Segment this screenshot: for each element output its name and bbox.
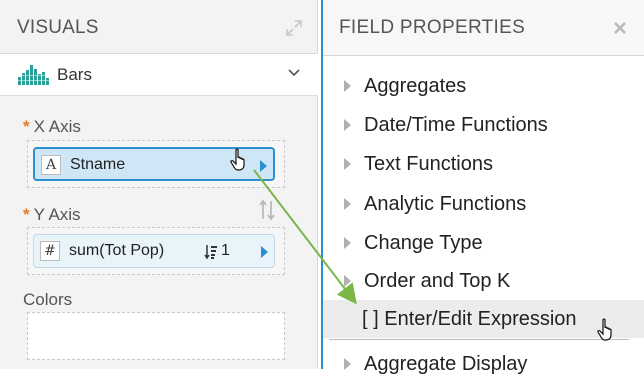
prop-item-analytic-functions[interactable]: Analytic Functions (323, 185, 644, 223)
x-axis-field-name: Stname (70, 156, 126, 173)
colors-label: Colors (23, 290, 73, 309)
y-axis-label: * Y Axis (23, 205, 81, 225)
sort-descending-icon (204, 245, 217, 260)
x-axis-shelf[interactable]: A Stname (27, 140, 285, 188)
prop-item-change-type[interactable]: Change Type (323, 224, 644, 262)
prop-item-label: Aggregate Display (364, 353, 528, 375)
prop-item-label: Text Functions (364, 153, 493, 175)
expand-caret-icon (344, 158, 351, 170)
close-icon[interactable] (611, 19, 629, 37)
y-axis-field-name: sum(Tot Pop) (69, 242, 165, 259)
text-type-icon: A (41, 155, 61, 175)
x-axis-field-pill[interactable]: A Stname (33, 147, 275, 181)
field-properties-title: FIELD PROPERTIES (339, 17, 526, 38)
colors-shelf[interactable] (27, 312, 285, 360)
chart-type-label: Bars (57, 65, 92, 84)
number-type-icon: # (40, 241, 60, 261)
prop-item-label: Order and Top K (364, 270, 511, 292)
y-axis-label-text: Y Axis (33, 205, 81, 224)
pill-expand-arrow-icon[interactable] (261, 246, 268, 258)
x-axis-label-text: X Axis (33, 117, 81, 136)
visuals-header: VISUALS (0, 0, 318, 54)
visuals-panel: VISUALS Bars * X Axis A Stname * Y Axis … (0, 0, 318, 369)
prop-item-label: [ ] Enter/Edit Expression (362, 308, 577, 330)
bar-chart-icon (17, 65, 51, 85)
expand-caret-icon (344, 80, 351, 92)
field-properties-panel: FIELD PROPERTIES Aggregates Date/Time Fu… (321, 0, 644, 375)
required-marker: * (23, 117, 30, 136)
prop-item-label: Aggregates (364, 75, 467, 97)
expand-caret-icon (344, 237, 351, 249)
visuals-title: VISUALS (17, 17, 99, 38)
y-axis-shelf[interactable]: # sum(Tot Pop) 1 (27, 227, 285, 275)
prop-item-label: Change Type (364, 232, 483, 254)
prop-item-aggregates[interactable]: Aggregates (323, 67, 644, 105)
x-axis-label: * X Axis (23, 117, 81, 137)
y-axis-field-pill[interactable]: # sum(Tot Pop) 1 (33, 234, 275, 268)
prop-item-aggregate-display[interactable]: Aggregate Display (323, 345, 644, 383)
chart-type-selector[interactable]: Bars (0, 54, 318, 96)
pill-expand-arrow-icon[interactable] (260, 160, 267, 172)
prop-item-enter-edit-expression[interactable]: [ ] Enter/Edit Expression (323, 300, 644, 338)
prop-item-date-time-functions[interactable]: Date/Time Functions (323, 106, 644, 144)
field-properties-header: FIELD PROPERTIES (323, 0, 644, 56)
expand-caret-icon (344, 275, 351, 287)
expand-caret-icon (344, 198, 351, 210)
divider (329, 339, 629, 340)
expand-caret-icon (344, 119, 351, 131)
chevron-down-icon[interactable] (287, 66, 301, 80)
swap-axes-icon[interactable] (258, 199, 276, 221)
expand-icon[interactable] (284, 18, 304, 38)
prop-item-order-and-top-k[interactable]: Order and Top K (323, 262, 644, 300)
sort-order-value: 1 (221, 242, 230, 259)
prop-item-label: Analytic Functions (364, 193, 527, 215)
prop-item-label: Date/Time Functions (364, 114, 548, 136)
prop-item-text-functions[interactable]: Text Functions (323, 145, 644, 183)
expand-caret-icon (344, 358, 351, 370)
required-marker: * (23, 205, 30, 224)
